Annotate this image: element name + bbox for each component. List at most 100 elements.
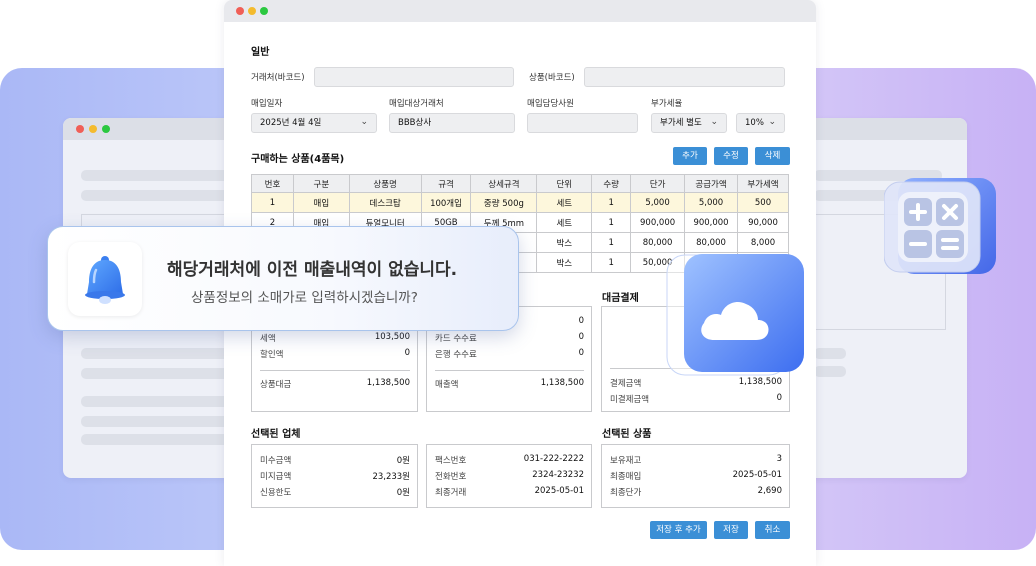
total-value: 1,138,500: [366, 378, 410, 388]
info-key: 미수금액: [260, 456, 292, 466]
info-value: 0: [404, 348, 410, 358]
target-vendor-value: BBB상사: [398, 118, 432, 128]
vat-mode-select[interactable]: 부가세 별도 ⌄: [651, 113, 727, 133]
products-table-header: 번호 구분 상품명 규격 상세규격 단위 수량 단가 공급가액 부가세액: [251, 174, 790, 193]
info-value: 2025-05-01: [534, 486, 584, 496]
section-selected-vendor-title: 선택된 업체: [251, 429, 301, 440]
divider: [260, 370, 410, 371]
maximize-dot: [102, 125, 110, 133]
table-cell: 1: [591, 252, 632, 273]
info-key: 미지급액: [260, 472, 292, 482]
column-header[interactable]: 수량: [591, 174, 632, 193]
info-value: 0: [578, 332, 584, 342]
info-value: 23,233원: [372, 472, 410, 482]
table-cell: 중량 500g: [470, 192, 538, 213]
table-cell: 90,000: [736, 212, 790, 233]
table-cell: 세트: [536, 212, 593, 233]
bell-icon: [85, 256, 125, 304]
info-key: 팩스번호: [435, 456, 467, 466]
column-header[interactable]: 단가: [630, 174, 686, 193]
notification-toast[interactable]: 해당거래처에 이전 매출내역이 없습니다. 상품정보의 소매가로 입력하시겠습니…: [47, 226, 519, 331]
placeholder-line: [814, 366, 846, 377]
section-general-title: 일반: [251, 47, 270, 58]
product-barcode-input[interactable]: [584, 67, 785, 87]
table-cell: 900,000: [630, 212, 686, 233]
info-key: 결제금액: [610, 379, 642, 389]
column-header[interactable]: 구분: [292, 174, 350, 193]
column-header[interactable]: 부가세액: [736, 174, 790, 193]
vat-mode-value: 부가세 별도: [660, 118, 702, 128]
info-key: 은행 수수료: [435, 350, 477, 360]
background-window-right: [790, 118, 967, 478]
table-cell: 8,000: [736, 232, 790, 253]
info-value: 103,500: [374, 332, 410, 342]
purchase-date-label: 매입일자: [251, 99, 283, 109]
table-cell: 박스: [536, 252, 593, 273]
vat-rate-select[interactable]: 10% ⌄: [736, 113, 785, 133]
purchase-date-select[interactable]: 2025년 4월 4일 ⌄: [251, 113, 377, 133]
save-button[interactable]: 저장: [714, 521, 748, 539]
cancel-button[interactable]: 취소: [755, 521, 790, 539]
add-button[interactable]: 추가: [673, 147, 707, 165]
vat-label: 부가세율: [651, 99, 683, 109]
info-key: 신용한도: [260, 488, 292, 498]
column-header[interactable]: 상품명: [348, 174, 422, 193]
table-row[interactable]: 1 매입 데스크탑 100개입 중량 500g 세트 1 5,000 5,000 500: [251, 192, 790, 213]
info-value: 0: [776, 393, 782, 403]
total-key: 상품대금: [260, 380, 292, 390]
delete-button[interactable]: 삭제: [755, 147, 790, 165]
staff-label: 매입담당사원: [527, 99, 574, 109]
table-cell: 900,000: [684, 212, 738, 233]
close-dot: [76, 125, 84, 133]
info-key: 세액: [260, 334, 276, 344]
info-key: 전화번호: [435, 472, 467, 482]
table-cell: 1: [591, 192, 632, 213]
table-cell: 80,000: [684, 232, 738, 253]
info-value: 2,690: [757, 486, 782, 496]
bell-icon-tile: [68, 242, 142, 316]
window-titlebar: [790, 118, 967, 140]
info-key: 보유재고: [610, 456, 642, 466]
table-cell: 5,000: [630, 192, 686, 213]
notification-message: 상품정보의 소매가로 입력하시겠습니까?: [191, 290, 418, 306]
target-vendor-input[interactable]: BBB상사: [389, 113, 515, 133]
notification-title: 해당거래처에 이전 매출내역이 없습니다.: [167, 260, 458, 280]
save-and-add-button[interactable]: 저장 후 추가: [650, 521, 707, 539]
chevron-down-icon: ⌄: [710, 117, 718, 127]
vat-rate-value: 10%: [745, 118, 764, 128]
table-cell: 데스크탑: [348, 192, 422, 213]
info-value: 0원: [396, 456, 410, 466]
vendor-barcode-label: 거래처(바코드): [251, 73, 305, 83]
info-value: 1,138,500: [738, 377, 782, 387]
edit-button[interactable]: 수정: [714, 147, 748, 165]
info-key: 카드 수수료: [435, 334, 477, 344]
section-products-title: 구매하는 상품(4품목): [251, 154, 345, 165]
column-header[interactable]: 번호: [251, 174, 294, 193]
minimize-dot: [89, 125, 97, 133]
info-value: 2324-23232: [532, 470, 584, 480]
cloud-icon: [666, 254, 804, 376]
table-cell: 1: [251, 192, 294, 213]
info-value: 3: [776, 454, 782, 464]
vendor-barcode-input[interactable]: [314, 67, 514, 87]
info-key: 할인액: [260, 350, 284, 360]
target-vendor-label: 매입대상거래처: [389, 99, 444, 109]
info-key: 최종매입: [610, 472, 642, 482]
info-value: 0: [578, 316, 584, 326]
calculator-icon: [884, 178, 996, 274]
staff-input[interactable]: [527, 113, 638, 133]
info-value: 0: [578, 348, 584, 358]
total-value: 1,138,500: [540, 378, 584, 388]
column-header[interactable]: 단위: [536, 174, 593, 193]
chevron-down-icon: ⌄: [360, 117, 368, 127]
column-header[interactable]: 상세규격: [470, 174, 538, 193]
info-key: 최종단가: [610, 488, 642, 498]
chevron-down-icon: ⌄: [768, 117, 776, 127]
column-header[interactable]: 규격: [420, 174, 472, 193]
section-selected-product-title: 선택된 상품: [602, 429, 652, 440]
table-cell: 세트: [536, 192, 593, 213]
table-cell: 1: [591, 232, 632, 253]
column-header[interactable]: 공급가액: [684, 174, 738, 193]
info-key: 최종거래: [435, 488, 467, 498]
divider: [435, 370, 584, 371]
